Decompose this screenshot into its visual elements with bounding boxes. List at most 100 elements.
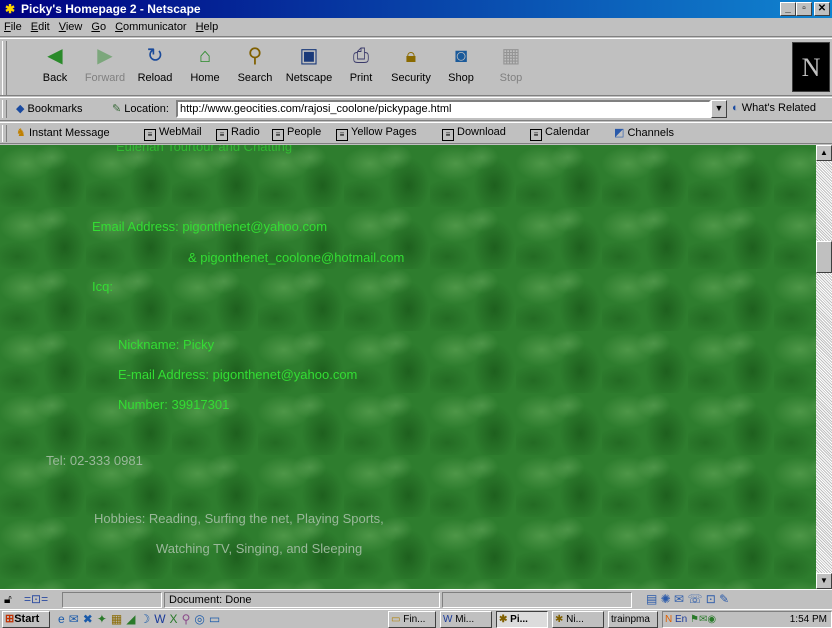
system-tray: N En ⚑✉◉ 1:54 PM (662, 611, 832, 628)
back-button[interactable]: ◀ Back (30, 42, 80, 94)
scroll-thumb[interactable] (816, 241, 832, 273)
location-page-icon: ✎ (112, 103, 122, 115)
taskbar-task[interactable]: ✱ Ni... (552, 611, 604, 628)
outlook-icon[interactable]: ✉ (69, 612, 79, 626)
radio-label: Radio (231, 126, 260, 138)
icq-number-text: Number: 39917301 (118, 397, 230, 412)
tray-n-icon[interactable]: N (665, 614, 672, 625)
shop-button[interactable]: ◙ Shop (436, 42, 486, 94)
search-button[interactable]: ⚲ Search (230, 42, 280, 94)
stop-button[interactable]: ▦ Stop (486, 42, 536, 94)
channels-link[interactable]: ◩ Channels (614, 126, 674, 139)
url-dropdown-arrow-icon[interactable]: ▼ (711, 100, 727, 118)
radio-link[interactable]: ≡ Radio (216, 126, 260, 141)
netscape-n-logo[interactable]: N (792, 42, 830, 92)
vertical-scrollbar[interactable]: ▲ ▼ (816, 145, 832, 589)
maximize-button[interactable]: ▫ (796, 2, 812, 16)
download-label: Download (457, 126, 506, 138)
netscape-button[interactable]: ▣ Netscape (284, 42, 334, 94)
quick-launch-icon[interactable]: ✖ (83, 612, 93, 626)
channels-label: Channels (627, 127, 674, 139)
windows-taskbar: ⊞Start e ✉ ✖ ✦ ▦ ◢ ☽ W X ⚲ ◎ ▭ ▭ Fin... … (0, 609, 832, 628)
people-link[interactable]: ≡ People (272, 126, 321, 141)
menu-communicator[interactable]: Communicator (115, 21, 187, 33)
taskbar-task[interactable]: trainpma (608, 611, 658, 628)
menu-help[interactable]: Help (196, 21, 219, 33)
menu-edit[interactable]: Edit (31, 21, 50, 33)
taskbar-task-active[interactable]: ✱ Pi... (496, 611, 548, 628)
whats-related-label: What's Related (741, 102, 816, 114)
component-bar-icons[interactable]: ▤ ✺ ✉ ☏ ⊡ ✎ (646, 592, 729, 606)
quick-launch-icon[interactable]: ▦ (111, 612, 122, 626)
location-label-text: Location: (124, 103, 169, 115)
menu-view[interactable]: View (59, 21, 83, 33)
bookmark-page-icon: ≡ (530, 129, 542, 141)
personal-toolbar: ♞ Instant Message ≡ WebMail ≡ Radio ≡ Peopl… (0, 122, 832, 144)
language-en-icon[interactable]: En (675, 614, 687, 625)
quick-launch-icon[interactable]: ✦ (97, 612, 107, 626)
task-label: Mi... (455, 614, 475, 625)
word-icon[interactable]: W (154, 612, 165, 626)
quick-launch-icon[interactable]: ◢ (126, 612, 135, 626)
bookmark-page-icon: ≡ (442, 129, 454, 141)
search-flashlight-icon: ⚲ (247, 45, 263, 67)
scroll-up-arrow-icon[interactable]: ▲ (816, 145, 832, 161)
bookmarks-button[interactable]: ◆ Bookmarks (16, 102, 83, 115)
stop-icon: ▦ (501, 45, 521, 67)
instant-message-link[interactable]: ♞ Instant Message (16, 126, 110, 139)
home-button[interactable]: ⌂ Home (180, 42, 230, 94)
back-label: Back (42, 72, 68, 84)
print-button[interactable]: ⎙ Print (336, 42, 386, 94)
channels-icon: ◩ (614, 127, 625, 139)
whats-related-button[interactable]: ◐ What's Related (732, 102, 816, 114)
whats-related-icon: ◐ (732, 102, 739, 114)
start-button[interactable]: ⊞Start (2, 611, 50, 628)
task-label: trainpma (611, 614, 650, 625)
status-empty-field (442, 592, 632, 608)
bookmarks-label: Bookmarks (27, 103, 83, 115)
instant-message-label: Instant Message (28, 127, 110, 139)
calendar-link[interactable]: ≡ Calendar (530, 126, 590, 141)
toolbar-grip[interactable] (2, 125, 7, 142)
yellow-pages-link[interactable]: ≡ Yellow Pages (336, 126, 417, 141)
taskbar-task[interactable]: ▭ Fin... (388, 611, 436, 628)
quick-launch-icon[interactable]: ◎ (194, 612, 204, 626)
forward-button[interactable]: ▶ Forward (80, 42, 130, 94)
menu-go[interactable]: Go (91, 21, 106, 33)
toolbar-grip[interactable] (2, 100, 7, 118)
page-content[interactable]: Eulerian Tourtour and Chatting Email Add… (0, 145, 816, 589)
excel-icon[interactable]: X (170, 612, 178, 626)
scroll-down-arrow-icon[interactable]: ▼ (816, 573, 832, 589)
bookmark-page-icon: ≡ (144, 129, 156, 141)
yellow-pages-label: Yellow Pages (351, 126, 417, 138)
show-desktop-icon[interactable]: ▭ (209, 612, 220, 626)
people-label: People (287, 126, 322, 138)
minimize-button[interactable]: _ (780, 2, 796, 16)
download-link[interactable]: ≡ Download (442, 126, 506, 141)
toolbar-grip[interactable] (2, 41, 7, 95)
tray-icon[interactable]: ⚑✉◉ (690, 614, 716, 625)
taskbar-task[interactable]: W Mi... (440, 611, 492, 628)
location-label: ✎ Location: (112, 102, 169, 115)
status-text: Document: Done (164, 592, 440, 608)
internet-explorer-icon[interactable]: e (58, 612, 65, 626)
reload-button[interactable]: ↻ Reload (130, 42, 180, 94)
reload-label: Reload (137, 72, 173, 84)
quick-launch-icon[interactable]: ☽ (139, 612, 150, 626)
url-field[interactable]: http://www.geocities.com/rajosi_coolone/… (176, 100, 711, 118)
security-lock-status-icon[interactable]: 🔓︎ (4, 592, 12, 607)
menu-file[interactable]: File (4, 21, 22, 33)
close-button[interactable]: ✕ (814, 2, 830, 16)
clock: 1:54 PM (789, 614, 827, 625)
print-icon: ⎙ (353, 45, 369, 67)
quick-launch-icon[interactable]: ⚲ (182, 612, 191, 626)
location-toolbar: ◆ Bookmarks ✎ Location: http://www.geoci… (0, 97, 832, 121)
connection-status-icon: =⊡= (24, 592, 49, 606)
security-label: Security (391, 72, 431, 84)
netscape-app-icon: ✱ (4, 2, 16, 16)
shop-label: Shop (448, 72, 474, 84)
webmail-link[interactable]: ≡ WebMail (144, 126, 202, 141)
shop-bag-icon: ◙ (454, 45, 468, 67)
tray-icons[interactable]: N En ⚑✉◉ (665, 612, 716, 627)
security-button[interactable]: 🔒︎ Security (386, 42, 436, 94)
